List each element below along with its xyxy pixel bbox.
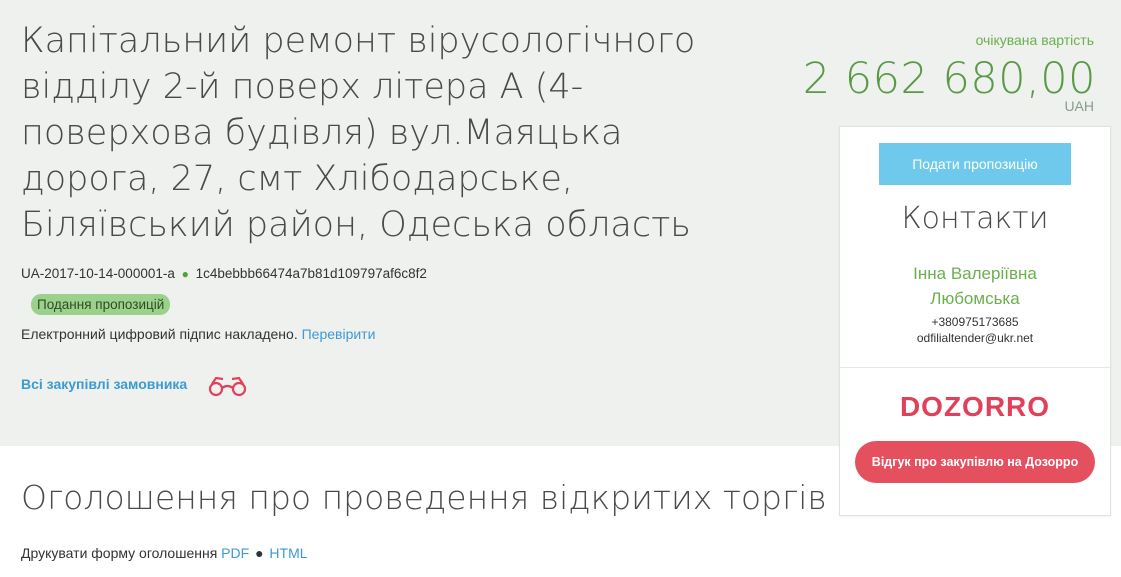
status-badge: Подання пропозицій [31, 294, 171, 315]
submit-proposal-button[interactable]: Подати пропозицію [879, 143, 1071, 185]
announcement-heading: Оголошення про проведення відкритих торг… [21, 478, 827, 517]
contact-email: odfilialtender@ukr.net [916, 331, 1034, 345]
action-card: Подати пропозицію Контакти Інна Валеріїв… [839, 126, 1111, 516]
all-purchases-link[interactable]: Всі закупівлі замовника [21, 376, 187, 392]
separator-dot: ● [181, 267, 189, 281]
print-form-line: Друкувати форму оголошення PDF ● HTML [21, 545, 308, 561]
tender-id: UA-2017-10-14-000001-a [21, 266, 175, 281]
print-html-link[interactable]: HTML [269, 545, 307, 561]
tender-identifiers: UA-2017-10-14-000001-a ● 1c4bebbb66474a7… [21, 266, 427, 281]
currency-label: UAH [1064, 98, 1094, 114]
expected-cost-label: очікувана вартість [975, 32, 1094, 48]
contacts-heading: Контакти [901, 201, 1049, 236]
dozorro-review-button[interactable]: Відгук про закупівлю на Дозорро [855, 441, 1095, 483]
contact-name: Інна Валеріївна Любомська [913, 264, 1037, 308]
expected-cost-amount: 2 662 680,00 [802, 54, 1096, 104]
contact-phone: +380975173685 [931, 315, 1019, 329]
signature-text: Електронний цифровий підпис накладено. [21, 326, 298, 342]
binoculars-icon[interactable] [206, 374, 252, 398]
separator-dot: ● [255, 545, 264, 561]
print-label: Друкувати форму оголошення [21, 545, 218, 561]
signature-line: Електронний цифровий підпис накладено. П… [21, 326, 375, 342]
verify-signature-link[interactable]: Перевірити [302, 326, 376, 342]
card-divider [840, 367, 1110, 368]
tender-hash: 1c4bebbb66474a7b81d109797af6c8f2 [195, 266, 427, 281]
print-pdf-link[interactable]: PDF [221, 545, 249, 561]
dozorro-logo: DOZORRO [899, 391, 1051, 422]
tender-title: Капітальний ремонт вірусологічного відді… [21, 21, 696, 245]
